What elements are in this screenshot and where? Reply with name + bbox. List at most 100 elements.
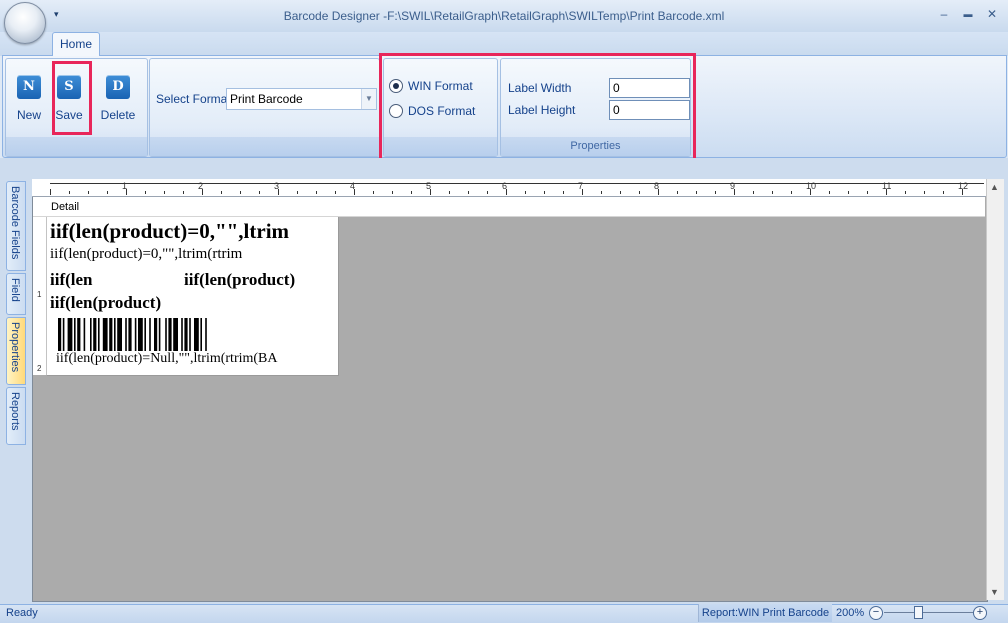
window-title: Barcode Designer -F:\SWIL\RetailGraph\Re… bbox=[283, 9, 725, 23]
select-format-label: Select Format bbox=[156, 92, 231, 106]
ruler-tick bbox=[544, 191, 545, 194]
ruler-tick bbox=[240, 191, 241, 194]
ruler-tick bbox=[69, 191, 70, 194]
ruler-number: 10 bbox=[806, 181, 817, 191]
ruler-tick bbox=[924, 191, 925, 194]
scroll-up-icon[interactable]: ▲ bbox=[990, 182, 999, 192]
tab-properties[interactable]: Properties bbox=[6, 317, 26, 385]
ruler-number: 4 bbox=[350, 181, 356, 191]
vertical-scrollbar[interactable]: ▲ ▼ bbox=[986, 179, 1004, 600]
ruler-number: 6 bbox=[502, 181, 508, 191]
tab-barcode-fields[interactable]: Barcode Fields bbox=[6, 181, 26, 271]
ruler-number: 5 bbox=[426, 181, 432, 191]
ruler-tick bbox=[753, 191, 754, 194]
ruler-tick bbox=[88, 191, 89, 194]
ruler-tick bbox=[373, 191, 374, 194]
zoom-in-button[interactable]: + bbox=[973, 606, 987, 620]
delete-button[interactable]: D Delete bbox=[98, 62, 138, 126]
scroll-down-icon[interactable]: ▼ bbox=[990, 587, 999, 597]
close-button[interactable]: ✕ bbox=[983, 6, 1001, 22]
ruler-tick bbox=[525, 191, 526, 194]
tab-field-label: Field bbox=[9, 278, 21, 302]
ruler-tick bbox=[316, 191, 317, 194]
ruler-number: 2 bbox=[198, 181, 204, 191]
zoom-slider-track[interactable] bbox=[884, 612, 974, 613]
ruler-tick bbox=[297, 191, 298, 194]
ruler-tick bbox=[696, 191, 697, 194]
format-properties-highlight-box bbox=[379, 53, 696, 172]
ruler-tick bbox=[183, 191, 184, 194]
ruler-tick bbox=[715, 191, 716, 194]
delete-button-label: Delete bbox=[100, 108, 136, 122]
ruler-tick bbox=[829, 191, 830, 194]
ruler-tick bbox=[848, 191, 849, 194]
ruler-number: 1 bbox=[122, 181, 128, 191]
status-ready: Ready bbox=[6, 607, 38, 619]
new-icon: N bbox=[17, 75, 41, 99]
ruler-baseline bbox=[50, 183, 984, 184]
tab-reports[interactable]: Reports bbox=[6, 387, 26, 445]
vruler-number-2: 2 bbox=[37, 364, 42, 373]
label-field-line1[interactable]: iif(len(product)=0,"",ltrim bbox=[50, 219, 289, 244]
new-button-label: New bbox=[16, 108, 41, 122]
horizontal-ruler: 1 2 3 4 5 6 7 8 9 10 11 12 bbox=[32, 179, 986, 197]
ruler-tick bbox=[107, 191, 108, 194]
ruler-number: 3 bbox=[274, 181, 280, 191]
detail-band-header[interactable]: Detail bbox=[33, 197, 985, 217]
label-field-line3b[interactable]: iif(len(product) bbox=[184, 270, 295, 290]
ruler-tick bbox=[601, 191, 602, 194]
ruler-tick bbox=[335, 191, 336, 194]
label-field-line3a[interactable]: iif(len bbox=[50, 270, 93, 290]
select-format-value: Print Barcode bbox=[230, 92, 303, 106]
ruler-tick bbox=[943, 191, 944, 194]
ruler-tick bbox=[411, 191, 412, 194]
chevron-down-icon[interactable]: ▼ bbox=[361, 89, 376, 109]
restore-button[interactable]: ▬ bbox=[959, 6, 977, 22]
ruler-tick bbox=[487, 191, 488, 194]
ruler-tick bbox=[772, 191, 773, 194]
barcode-label-surface[interactable]: iif(len(product)=0,"",ltrim iif(len(prod… bbox=[47, 217, 339, 376]
ruler-tick bbox=[905, 191, 906, 194]
tab-reports-label: Reports bbox=[9, 392, 21, 431]
ruler-number: 9 bbox=[730, 181, 736, 191]
ruler-number: 11 bbox=[882, 181, 892, 191]
ruler-tick bbox=[563, 191, 564, 194]
label-field-line5[interactable]: iif(len(product)=Null,"",ltrim(rtrim(BA bbox=[56, 351, 278, 367]
ruler-tick bbox=[867, 191, 868, 194]
minimize-button[interactable]: – bbox=[935, 6, 953, 22]
ruler-tick bbox=[620, 191, 621, 194]
status-report: Report:WIN Print Barcode bbox=[698, 604, 832, 622]
group-caption-file bbox=[6, 137, 147, 156]
tab-barcode-fields-label: Barcode Fields bbox=[9, 186, 21, 260]
ruler-number: 7 bbox=[578, 181, 584, 191]
detail-band-label: Detail bbox=[51, 201, 80, 213]
ruler-tick bbox=[639, 191, 640, 194]
ruler-tick bbox=[791, 191, 792, 194]
ruler-tick bbox=[468, 191, 469, 194]
zoom-slider-thumb[interactable] bbox=[914, 606, 923, 619]
ruler-tick bbox=[259, 191, 260, 194]
delete-icon: D bbox=[106, 75, 130, 99]
zoom-out-button[interactable]: − bbox=[869, 606, 883, 620]
zoom-level: 200% bbox=[836, 607, 865, 619]
ruler-tick bbox=[221, 191, 222, 194]
new-button[interactable]: N New bbox=[9, 62, 49, 126]
ruler-tick bbox=[677, 191, 678, 194]
vertical-ruler: 1 2 bbox=[33, 217, 47, 375]
tab-home[interactable]: Home bbox=[52, 32, 100, 56]
label-field-line2[interactable]: iif(len(product)=0,"",ltrim(rtrim bbox=[50, 246, 242, 263]
tab-properties-label: Properties bbox=[9, 322, 21, 373]
ruler-tick bbox=[164, 191, 165, 194]
application-menu-button[interactable] bbox=[4, 2, 46, 44]
ruler-tick bbox=[392, 191, 393, 194]
group-caption-format bbox=[150, 137, 379, 156]
ruler-tick bbox=[145, 191, 146, 194]
select-format-dropdown[interactable]: Print Barcode ▼ bbox=[226, 88, 377, 110]
ruler-tick bbox=[449, 191, 450, 194]
ruler-number: 8 bbox=[654, 181, 660, 191]
save-highlight-box bbox=[52, 61, 92, 135]
ruler-tick bbox=[50, 189, 51, 195]
vruler-number-1: 1 bbox=[37, 290, 42, 299]
label-field-line4[interactable]: iif(len(product) bbox=[50, 293, 161, 313]
tab-field[interactable]: Field bbox=[6, 273, 26, 315]
